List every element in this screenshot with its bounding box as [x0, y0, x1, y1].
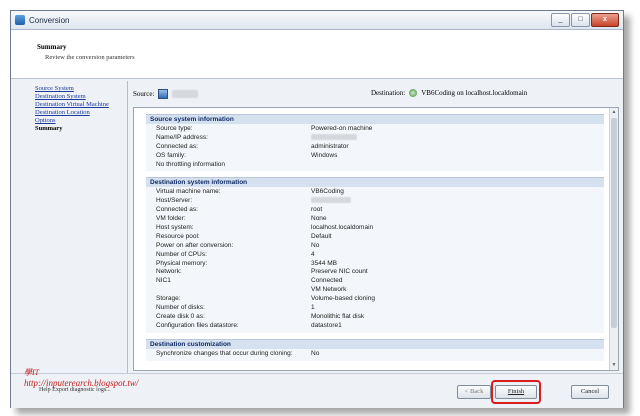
wizard-steps: Source System Destination System Destina…: [35, 85, 123, 133]
step-destination-virtual-machine[interactable]: Destination Virtual Machine: [35, 101, 123, 109]
cancel-button[interactable]: Cancel: [571, 385, 609, 399]
summary-row: Number of CPUs: 4: [156, 250, 315, 258]
step-destination-system[interactable]: Destination System: [35, 93, 123, 101]
server-icon: [158, 89, 169, 99]
redacted-source: [172, 90, 199, 98]
summary-row: Connected as: root: [156, 206, 323, 214]
summary-content: Source system information Source type: Po…: [146, 114, 604, 367]
nav-divider: [127, 81, 128, 377]
summary-row: Number of disks: 1: [156, 304, 315, 312]
summary-row: NIC1 Connected: [156, 277, 343, 285]
app-icon: [15, 15, 25, 25]
step-source-system[interactable]: Source System: [35, 85, 123, 93]
step-destination-location[interactable]: Destination Location: [35, 109, 123, 117]
watermark-title: 學IT: [24, 368, 40, 377]
summary-row: Physical memory: 3544 MB: [156, 259, 338, 267]
destination-info-section: Destination system information Virtual m…: [146, 177, 604, 333]
source-info-section: Source system information Source type: Po…: [146, 114, 604, 172]
source-label: Source:: [133, 90, 155, 98]
conversion-window: Conversion _ □ x Summary Review the conv…: [10, 10, 624, 408]
back-button[interactable]: < Back: [457, 385, 491, 399]
summary-row: Create disk 0 as: Monolithic flat disk: [156, 312, 365, 320]
summary-row: Configuration files datastore: datastore1: [156, 321, 342, 329]
summary-row: Host/Server:: [146, 197, 604, 206]
watermark: 學IT http://inputerearch.blogspot.tw/: [24, 368, 138, 388]
window-controls: _ □ x: [551, 13, 619, 27]
title-bar: Conversion _ □ x: [11, 11, 623, 30]
watermark-url: http://inputerearch.blogspot.tw/: [24, 378, 139, 388]
summary-row: VM Network: [311, 286, 347, 294]
summary-row: Synchronize changes that occur during cl…: [156, 349, 320, 357]
summary-row: Power on after conversion: No: [156, 241, 320, 249]
vm-icon: [409, 89, 418, 97]
section-header: Source system information: [146, 114, 604, 124]
scroll-down-icon[interactable]: ▼: [611, 362, 617, 369]
summary-row: No throttling information: [156, 160, 226, 168]
step-summary: Summary: [35, 125, 63, 132]
step-options[interactable]: Options: [35, 117, 123, 125]
vertical-scrollbar[interactable]: ▲ ▼: [609, 108, 618, 370]
redacted-host: [311, 197, 351, 204]
summary-panel: Source system information Source type: Po…: [133, 107, 619, 371]
wizard-header: Summary Review the conversion parameters: [11, 30, 623, 79]
section-header: Destination system information: [146, 177, 604, 188]
summary-row: Resource pool: Default: [156, 232, 332, 240]
scroll-up-icon[interactable]: ▲: [611, 109, 617, 116]
destination-value: VB6Coding on localhost.localdomain: [421, 89, 528, 97]
summary-row: Name/IP address:: [146, 133, 604, 143]
source-bar: Source:: [133, 89, 199, 99]
summary-row: Connected as: administrator: [156, 142, 349, 150]
summary-row: Storage: Volume-based cloning: [156, 295, 375, 303]
summary-row: Source type: Powered-on machine: [156, 125, 373, 132]
redacted-ip: [311, 133, 357, 140]
minimize-button[interactable]: _: [551, 13, 570, 27]
page-subtitle: Review the conversion parameters: [45, 54, 135, 61]
summary-row: VM folder: None: [156, 215, 327, 223]
summary-row: Virtual machine name: VB6Coding: [156, 188, 344, 196]
scroll-thumb[interactable]: [611, 118, 617, 328]
destination-bar: Destination: VB6Coding on localhost.loca…: [371, 89, 527, 97]
close-button[interactable]: x: [591, 13, 619, 27]
maximize-button[interactable]: □: [571, 13, 590, 27]
section-header: Destination customization: [146, 338, 604, 349]
summary-row: OS family: Windows: [156, 151, 338, 159]
summary-row: Host system: localhost.localdomain: [156, 224, 374, 232]
page-title: Summary: [37, 43, 67, 51]
destination-label: Destination:: [371, 89, 406, 97]
finish-button[interactable]: Finish: [495, 385, 537, 399]
window-title: Conversion: [29, 15, 70, 25]
destination-customization-section: Destination customization Synchronize ch…: [146, 338, 604, 361]
summary-row: Network: Preserve NIC count: [156, 268, 368, 276]
